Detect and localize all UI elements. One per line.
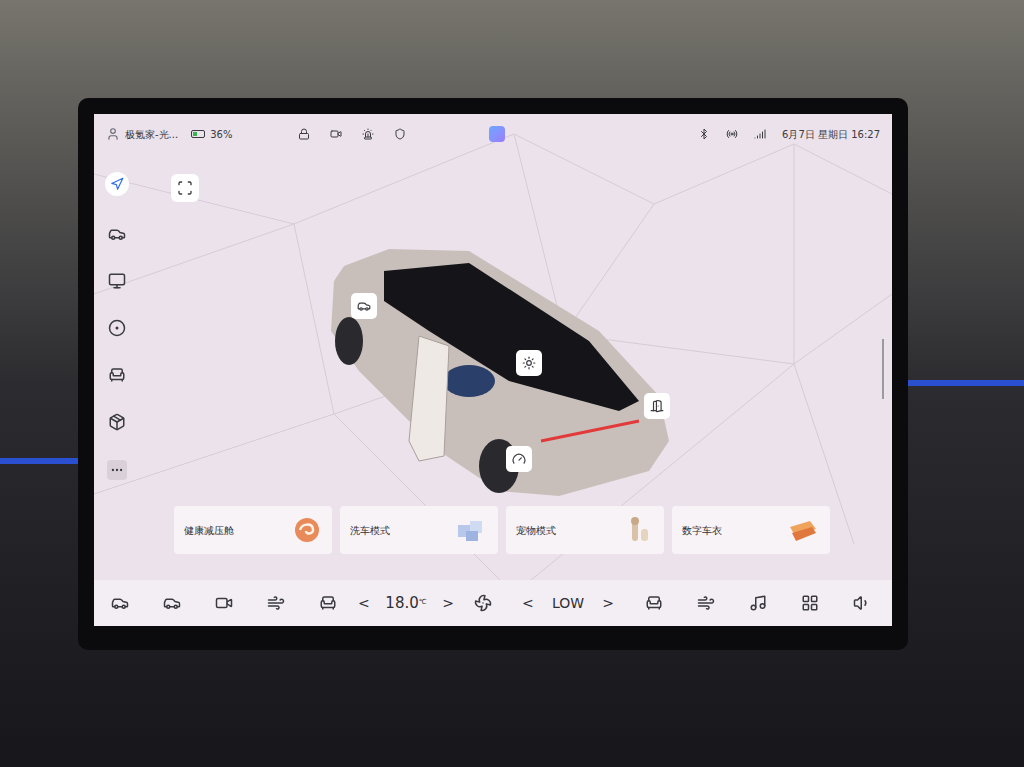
volume-icon[interactable] (853, 594, 871, 612)
camera-360-icon[interactable] (215, 594, 233, 612)
battery-text: 36% (210, 127, 232, 142)
mode-card[interactable]: 健康减压舱 (174, 506, 332, 554)
fan-up[interactable]: > (602, 593, 614, 614)
music-icon[interactable] (749, 594, 767, 612)
apps-icon[interactable] (801, 594, 819, 612)
fan-level: LOW (552, 593, 584, 614)
alarm-icon[interactable] (362, 128, 374, 140)
car-model[interactable] (319, 241, 679, 511)
decompression-icon (292, 515, 322, 545)
datetime: 6月7日 星期日 16:27 (782, 127, 880, 142)
photo: 极氪家-光... 36% 6月7日 星期日 16:27 健康减压舱洗车模式宠物模式数字… (0, 0, 1024, 767)
car-icon[interactable] (108, 225, 126, 243)
car-wash-icon (454, 515, 488, 545)
car-cover-icon (786, 515, 820, 545)
fan-icon[interactable] (474, 594, 492, 612)
temperature-value: 18.0℃ (385, 592, 426, 615)
hotspot-hood[interactable] (351, 293, 377, 319)
lock-icon[interactable] (298, 128, 310, 140)
seat-icon[interactable] (108, 366, 126, 384)
hotspot-icon (726, 128, 738, 140)
scan-button[interactable] (171, 174, 199, 202)
temperature-down[interactable]: < (358, 593, 370, 614)
signal-icon (754, 128, 766, 140)
steering-icon[interactable] (108, 319, 126, 337)
mode-card[interactable]: 数字车衣 (672, 506, 830, 554)
status-bar: 极氪家-光... 36% 6月7日 星期日 16:27 (94, 114, 892, 154)
temperature-control: <18.0℃ > (354, 592, 458, 615)
storage-icon[interactable] (108, 413, 126, 431)
navigation-icon[interactable] (105, 172, 129, 196)
hotspot-trunk[interactable] (644, 393, 670, 419)
more-icon[interactable] (107, 460, 127, 480)
account-name[interactable]: 极氪家-光... (125, 127, 178, 142)
screen-bezel: 极氪家-光... 36% 6月7日 星期日 16:27 健康减压舱洗车模式宠物模式数字… (78, 98, 908, 650)
ambient-light (900, 380, 1024, 386)
fan-control: < LOW > (508, 593, 628, 614)
fan-down[interactable]: < (522, 593, 534, 614)
mode-cards: 健康减压舱洗车模式宠物模式数字车衣 (174, 506, 892, 554)
mode-card[interactable]: 洗车模式 (340, 506, 498, 554)
seat-heat-icon[interactable] (319, 594, 337, 612)
temperature-up[interactable]: > (442, 593, 454, 614)
rear-defrost-icon[interactable] (697, 594, 715, 612)
shield-icon[interactable] (394, 128, 406, 140)
vehicle-icon[interactable] (163, 594, 181, 612)
hotspot-sunroof[interactable] (516, 350, 542, 376)
ambient-light (0, 458, 80, 464)
sidebar (94, 154, 140, 580)
content: 健康减压舱洗车模式宠物模式数字车衣 (140, 154, 892, 580)
hotspot-charge[interactable] (506, 446, 532, 472)
screen: 极氪家-光... 36% 6月7日 星期日 16:27 健康减压舱洗车模式宠物模式数字… (94, 114, 892, 626)
bluetooth-icon (698, 128, 710, 140)
bottom-bar: <18.0℃ > < LOW > (94, 580, 892, 626)
camera-icon[interactable] (330, 128, 342, 140)
main-area: 健康减压舱洗车模式宠物模式数字车衣 (94, 154, 892, 580)
mode-card[interactable]: 宠物模式 (506, 506, 664, 554)
display-icon[interactable] (108, 272, 126, 290)
defrost-icon[interactable] (267, 594, 285, 612)
app-icon[interactable] (489, 126, 505, 142)
pet-icon (624, 515, 654, 545)
drive-icon[interactable] (111, 594, 129, 612)
passenger-seat-icon[interactable] (645, 594, 663, 612)
account-icon[interactable] (106, 127, 120, 141)
scroll-indicator (882, 339, 884, 399)
battery-icon (191, 130, 205, 138)
